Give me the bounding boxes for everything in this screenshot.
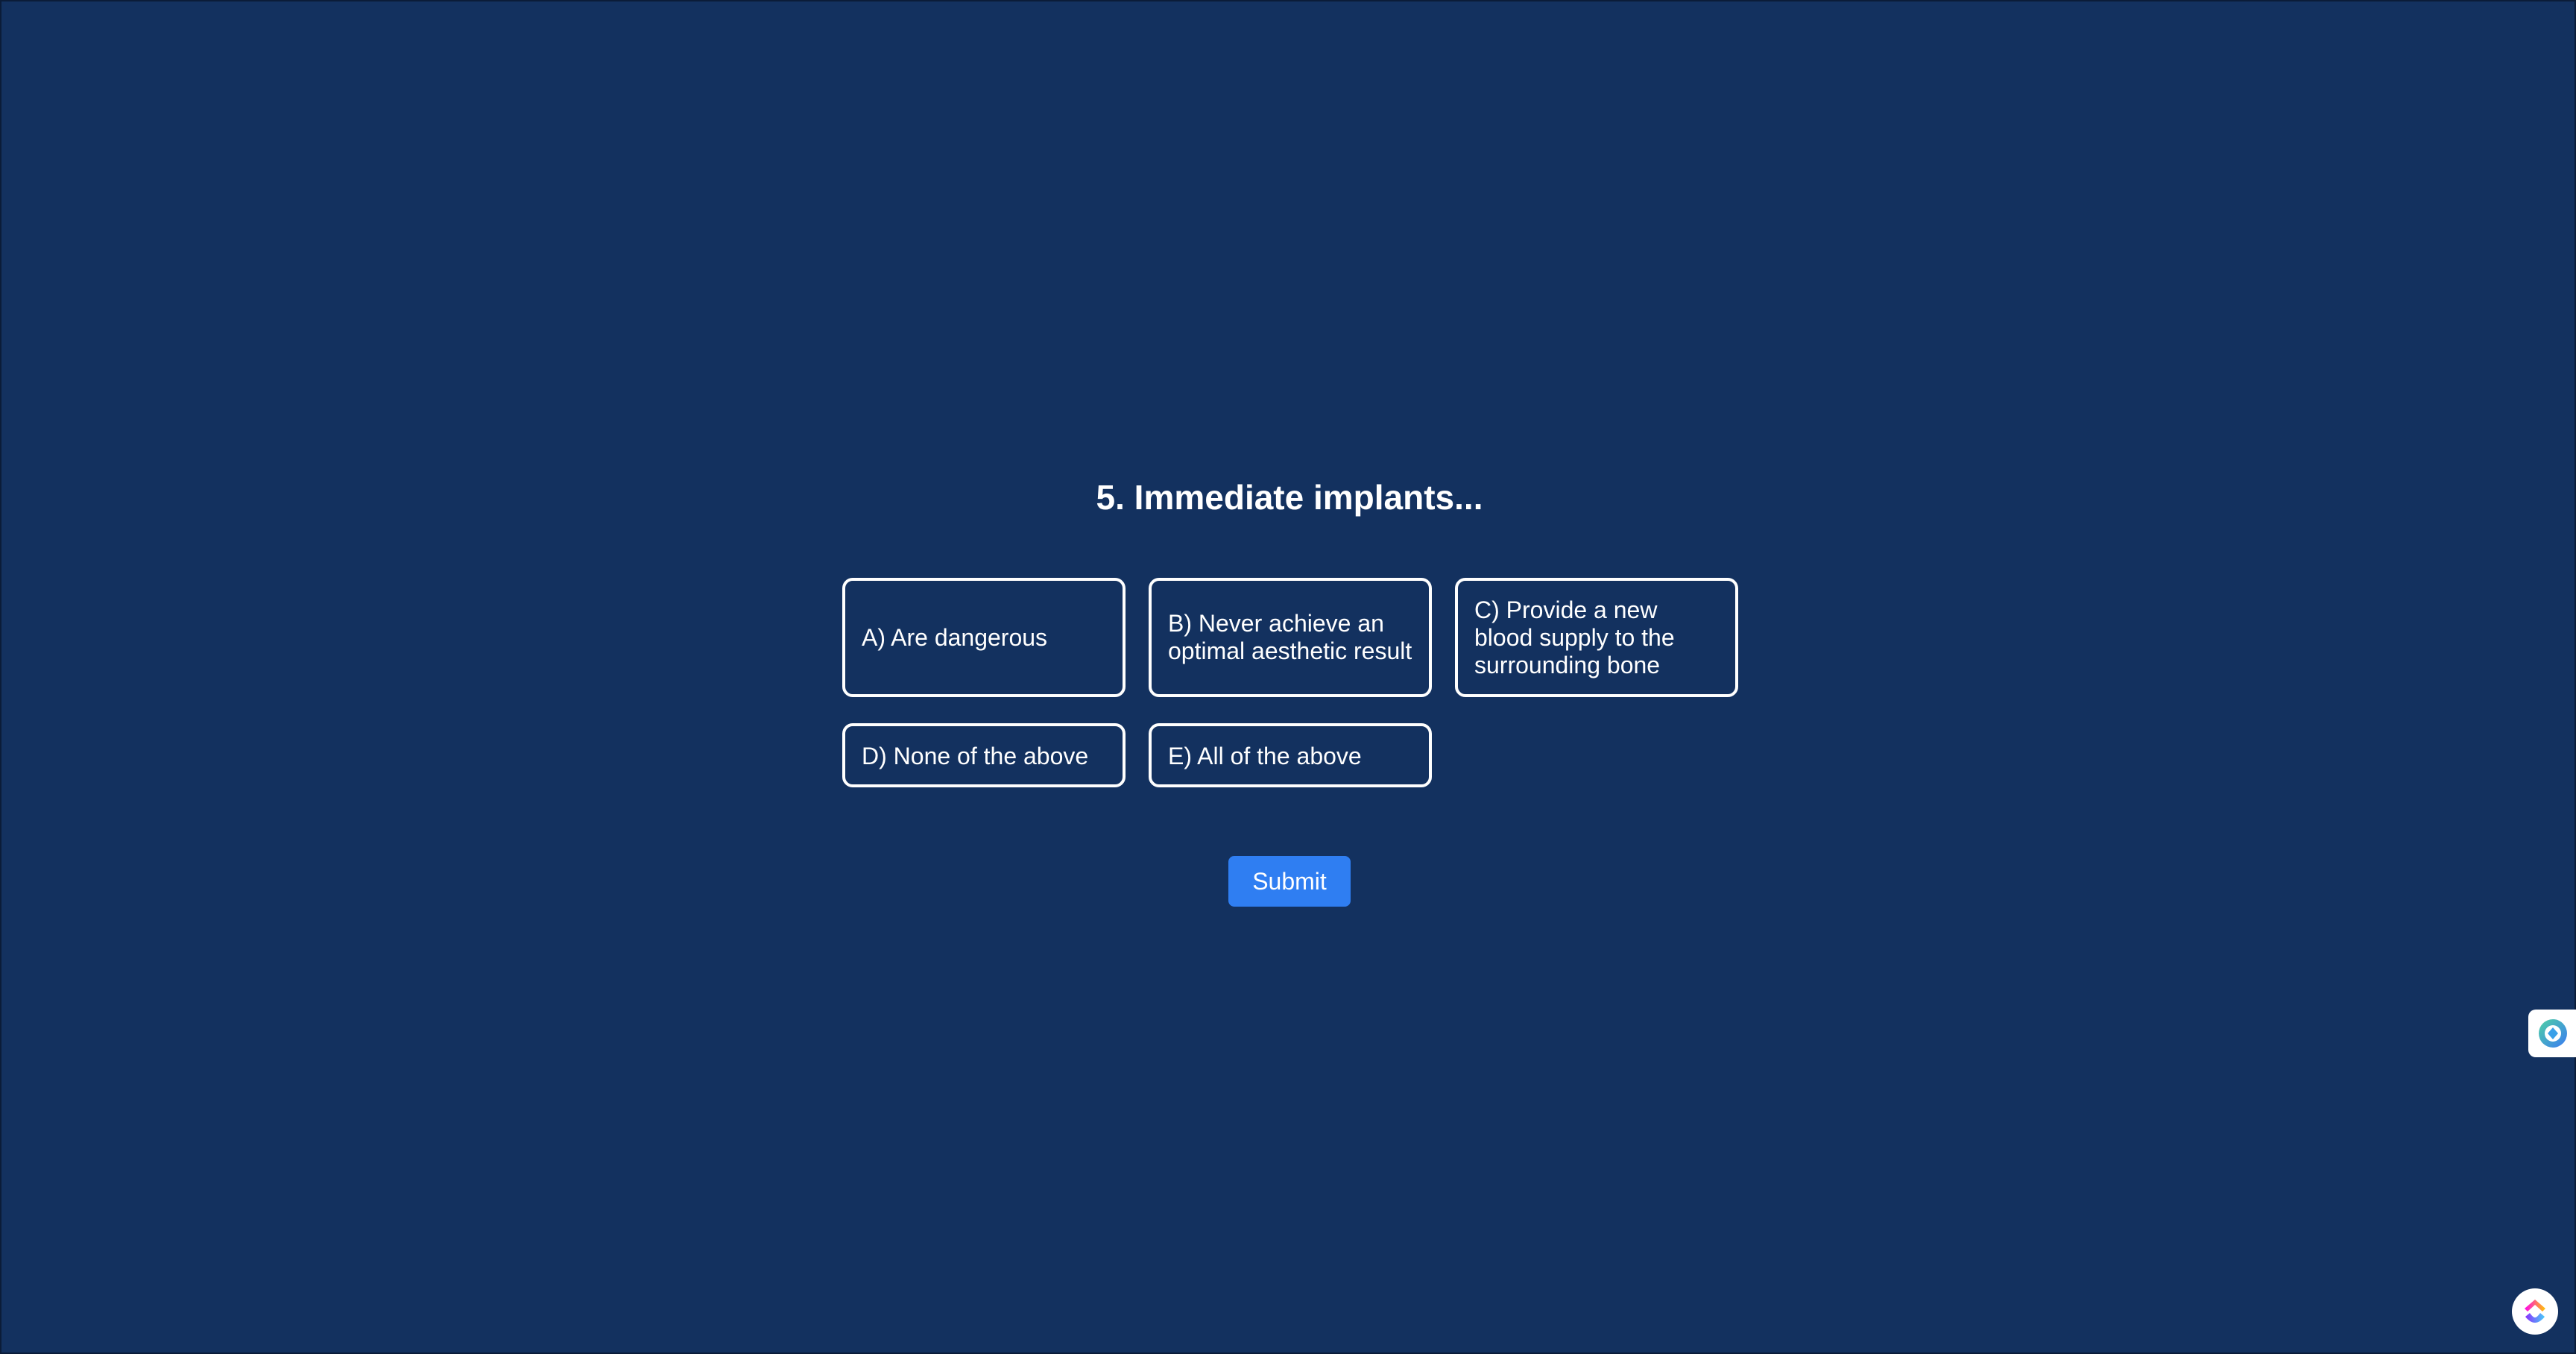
option-d-button[interactable]: D) None of the above xyxy=(842,723,1126,787)
submit-button[interactable]: Submit xyxy=(1228,856,1351,907)
assistant-icon xyxy=(2539,1019,2567,1048)
option-a-button[interactable]: A) Are dangerous xyxy=(842,578,1126,697)
question-title: 5. Immediate implants... xyxy=(1096,478,1483,517)
assistant-widget-button[interactable] xyxy=(2528,1010,2576,1057)
app-logo-icon xyxy=(2525,1300,2545,1323)
app-logo-button[interactable] xyxy=(2512,1288,2558,1335)
option-b-button[interactable]: B) Never achieve an optimal aesthetic re… xyxy=(1149,578,1432,697)
option-c-button[interactable]: C) Provide a new blood supply to the sur… xyxy=(1455,578,1738,697)
quiz-page: 5. Immediate implants... A) Are dangerou… xyxy=(0,0,2576,1354)
option-e-button[interactable]: E) All of the above xyxy=(1149,723,1432,787)
